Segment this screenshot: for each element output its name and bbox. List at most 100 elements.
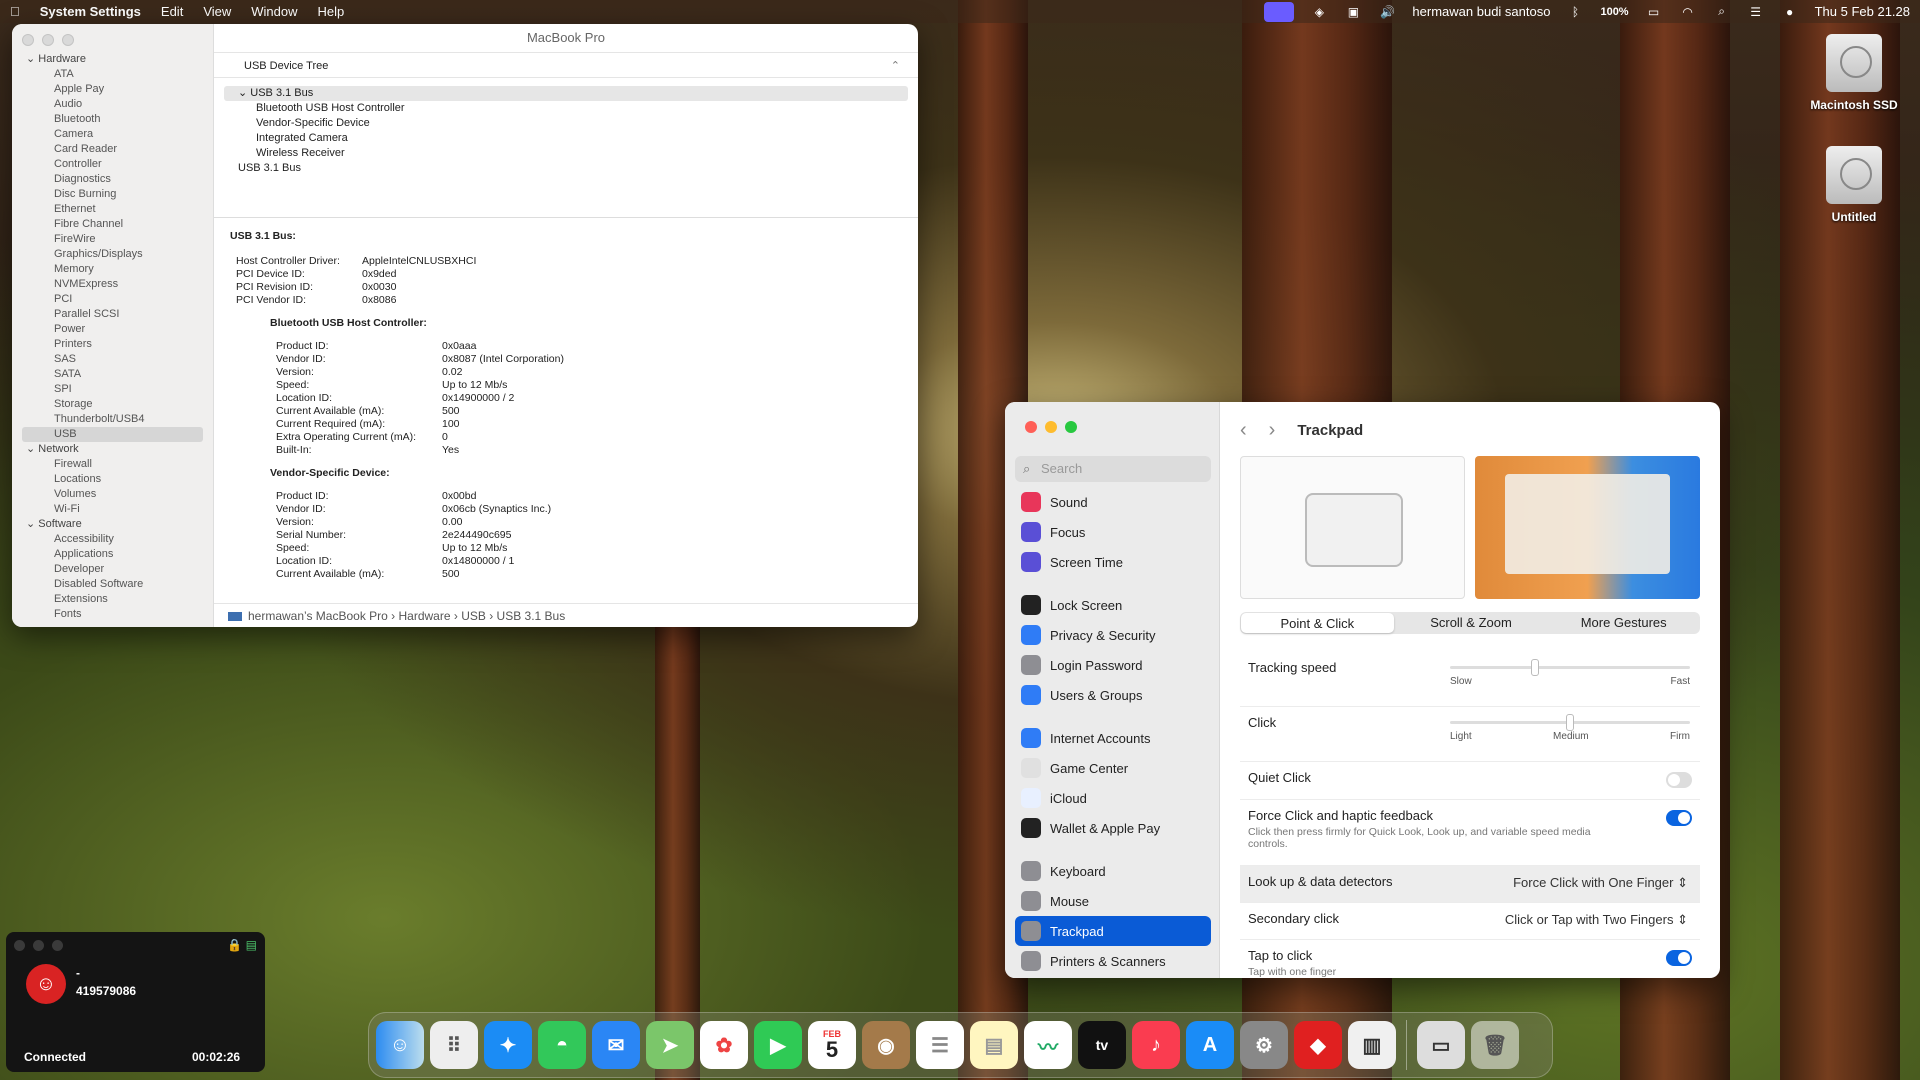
tree-row[interactable]: Wireless Receiver xyxy=(224,146,908,161)
sidebar-item[interactable]: SAS xyxy=(12,352,213,367)
tree-row[interactable]: Vendor-Specific Device xyxy=(224,116,908,131)
sidebar-item[interactable]: SATA xyxy=(12,367,213,382)
bluetooth-icon[interactable]: ᛒ xyxy=(1566,4,1584,20)
sidebar-item[interactable]: SPI xyxy=(12,382,213,397)
siri-icon[interactable]: ● xyxy=(1781,4,1799,20)
facetime-icon[interactable]: ▶ xyxy=(754,1021,802,1069)
tree-row[interactable]: Bluetooth USB Host Controller xyxy=(224,101,908,116)
lookup-popup[interactable]: Force Click with One Finger ⇕ xyxy=(1513,875,1688,891)
slider-knob[interactable] xyxy=(1531,659,1540,676)
back-arrow-icon[interactable]: ‹ xyxy=(1240,419,1247,442)
trash-icon[interactable]: 🗑 xyxy=(1471,1021,1519,1069)
tree-row-usb-bus[interactable]: USB 3.1 Bus xyxy=(224,161,908,176)
close-button[interactable] xyxy=(22,34,34,46)
launchpad-icon[interactable]: ⠿ xyxy=(430,1021,478,1069)
sidebar-item[interactable]: NVMExpress xyxy=(12,277,213,292)
minimize-button[interactable] xyxy=(33,940,44,951)
sidebar-item-wallet-apple-pay[interactable]: Wallet & Apple Pay xyxy=(1015,813,1211,843)
tab-scroll-zoom[interactable]: Scroll & Zoom xyxy=(1395,612,1548,634)
sidebar-group-hardware[interactable]: ⌄ Hardware xyxy=(12,52,213,67)
sidebar-item[interactable]: Power xyxy=(12,322,213,337)
sidebar-item[interactable]: Printers xyxy=(12,337,213,352)
sidebar-item-printers-scanners[interactable]: Printers & Scanners xyxy=(1015,946,1211,976)
sidebar-item[interactable]: Disabled Software xyxy=(12,577,213,592)
menu-view[interactable]: View xyxy=(203,4,231,19)
close-button[interactable] xyxy=(14,940,25,951)
spotlight-search-icon[interactable]: ⌕ xyxy=(1713,4,1731,20)
tap-to-click-toggle[interactable] xyxy=(1666,950,1692,966)
sidebar-group-software[interactable]: ⌄ Software xyxy=(12,517,213,532)
forward-arrow-icon[interactable]: › xyxy=(1269,419,1276,442)
tab-point-click[interactable]: Point & Click xyxy=(1241,613,1394,633)
sidebar-item-trackpad[interactable]: Trackpad xyxy=(1015,916,1211,946)
desktop-icon-untitled[interactable]: Untitled xyxy=(1804,146,1904,224)
app-menu[interactable]: System Settings xyxy=(40,4,141,19)
sidebar-item[interactable]: Fibre Channel xyxy=(12,217,213,232)
finder-icon[interactable]: ☺ xyxy=(376,1021,424,1069)
safari-icon[interactable]: ✦ xyxy=(484,1021,532,1069)
photos-icon[interactable]: ✿ xyxy=(700,1021,748,1069)
sidebar-item[interactable]: Thunderbolt/USB4 xyxy=(12,412,213,427)
tv-icon[interactable]: tv xyxy=(1078,1021,1126,1069)
sidebar-item[interactable]: Ethernet xyxy=(12,202,213,217)
sidebar-item[interactable]: Applications xyxy=(12,547,213,562)
minimize-button[interactable] xyxy=(42,34,54,46)
sidebar-item-privacy-security[interactable]: Privacy & Security xyxy=(1015,620,1211,650)
window-manager-icon[interactable]: ◈ xyxy=(1310,4,1328,20)
system-information-icon[interactable]: ▥ xyxy=(1348,1021,1396,1069)
sidebar-item[interactable]: Wi-Fi xyxy=(12,502,213,517)
sidebar-item[interactable]: Extensions xyxy=(12,592,213,607)
system-settings-icon[interactable]: ⚙ xyxy=(1240,1021,1288,1069)
notes-icon[interactable]: ▤ xyxy=(970,1021,1018,1069)
sidebar-item-icloud[interactable]: iCloud xyxy=(1015,783,1211,813)
lookup-row[interactable]: Look up & data detectors Force Click wit… xyxy=(1240,866,1700,903)
chevron-up-icon[interactable]: ⌃ xyxy=(891,53,900,79)
messages-icon[interactable]: ◓ xyxy=(538,1021,586,1069)
activity-icon[interactable]: ▣ xyxy=(1344,4,1362,20)
sidebar-item[interactable]: Developer xyxy=(12,562,213,577)
calendar-icon[interactable]: FEB 5 xyxy=(808,1021,856,1069)
zoom-button[interactable] xyxy=(52,940,63,951)
music-icon[interactable]: ♪ xyxy=(1132,1021,1180,1069)
desktop-icon-macintosh-ssd[interactable]: Macintosh SSD xyxy=(1804,34,1904,112)
anydesk-icon[interactable]: ◆ xyxy=(1294,1021,1342,1069)
device-tree-header[interactable]: USB Device Tree ⌃ xyxy=(214,52,918,78)
sidebar-item[interactable]: Camera xyxy=(12,127,213,142)
app-store-icon[interactable]: A xyxy=(1186,1021,1234,1069)
sidebar-item-screen-time[interactable]: Screen Time xyxy=(1015,547,1211,577)
sidebar-item[interactable]: ATA xyxy=(12,67,213,82)
sidebar-item[interactable]: Disc Burning xyxy=(12,187,213,202)
sidebar-item[interactable]: Card Reader xyxy=(12,142,213,157)
contacts-icon[interactable]: ◉ xyxy=(862,1021,910,1069)
reminders-icon[interactable]: ☰ xyxy=(916,1021,964,1069)
maps-icon[interactable]: ➤ xyxy=(646,1021,694,1069)
sidebar-item[interactable]: Accessibility xyxy=(12,532,213,547)
sidebar-item[interactable]: PCI xyxy=(12,292,213,307)
sidebar-item[interactable]: Audio xyxy=(12,97,213,112)
sidebar-item[interactable]: Controller xyxy=(12,157,213,172)
minimize-button[interactable] xyxy=(1045,421,1057,433)
freeform-icon[interactable]: 〰 xyxy=(1024,1021,1072,1069)
mail-icon[interactable]: ✉ xyxy=(592,1021,640,1069)
screen-mirroring-icon[interactable] xyxy=(1264,1,1295,22)
zoom-button[interactable] xyxy=(1065,421,1077,433)
sidebar-item-login-password[interactable]: Login Password xyxy=(1015,650,1211,680)
menu-window[interactable]: Window xyxy=(251,4,297,19)
sidebar-item-lock-screen[interactable]: Lock Screen xyxy=(1015,590,1211,620)
sidebar-item[interactable]: USB xyxy=(22,427,203,442)
sidebar-item[interactable]: Parallel SCSI xyxy=(12,307,213,322)
menu-clock[interactable]: Thu 5 Feb 21.28 xyxy=(1815,4,1910,19)
close-button[interactable] xyxy=(1025,421,1037,433)
sidebar-item-mouse[interactable]: Mouse xyxy=(1015,886,1211,916)
sidebar-item[interactable]: Memory xyxy=(12,262,213,277)
wifi-icon[interactable]: ◠ xyxy=(1679,4,1697,20)
user-name[interactable]: hermawan budi santoso xyxy=(1412,4,1550,19)
sidebar-item[interactable]: Graphics/Displays xyxy=(12,247,213,262)
click-pressure-slider[interactable] xyxy=(1450,714,1690,731)
sidebar-item-internet-accounts[interactable]: Internet Accounts xyxy=(1015,723,1211,753)
sidebar-item-sound[interactable]: Sound xyxy=(1015,487,1211,517)
sidebar-item-focus[interactable]: Focus xyxy=(1015,517,1211,547)
sidebar-group-network[interactable]: ⌄ Network xyxy=(12,442,213,457)
downloads-stack-icon[interactable]: ▭ xyxy=(1417,1021,1465,1069)
force-click-toggle[interactable] xyxy=(1666,810,1692,826)
